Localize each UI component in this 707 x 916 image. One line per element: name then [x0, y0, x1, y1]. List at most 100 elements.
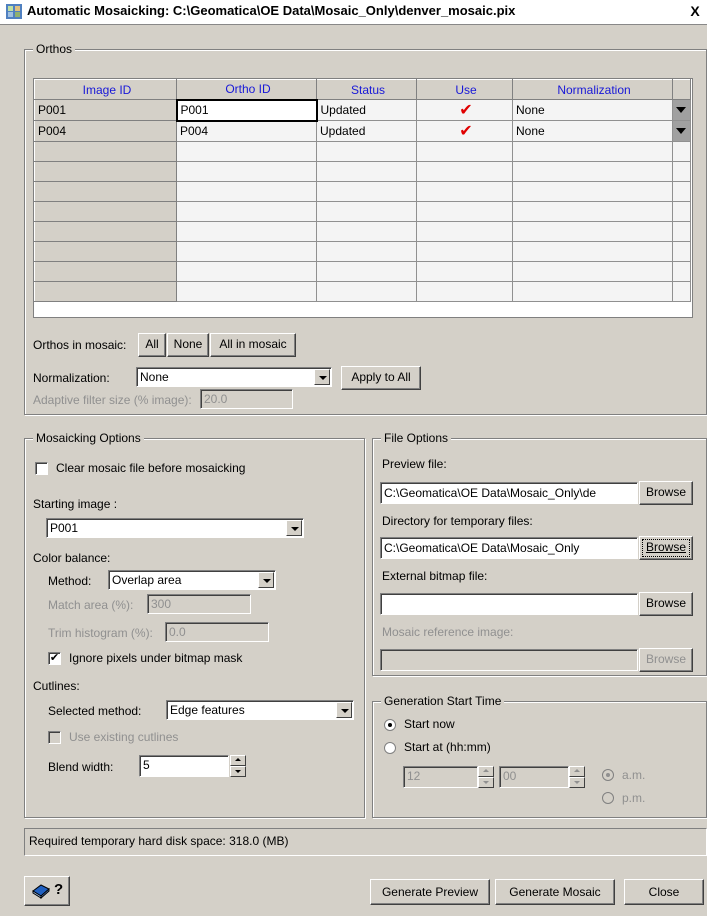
use-check-icon[interactable]: ✔: [416, 120, 513, 142]
grid-cell[interactable]: [512, 241, 673, 262]
grid-cell[interactable]: [316, 141, 417, 162]
table-row-empty[interactable]: [34, 201, 691, 222]
grid-cell[interactable]: [176, 281, 317, 302]
row-header-cell[interactable]: [34, 221, 177, 242]
grid-cell[interactable]: [316, 221, 417, 242]
grid-cell[interactable]: [512, 201, 673, 222]
grid-cell[interactable]: [316, 281, 417, 302]
grid-cell[interactable]: [316, 161, 417, 182]
grid-cell[interactable]: [316, 201, 417, 222]
grid-cell[interactable]: [512, 261, 673, 282]
row-header-cell[interactable]: [34, 281, 177, 302]
grid-cell[interactable]: [672, 241, 691, 262]
close-icon[interactable]: X: [687, 3, 703, 19]
grid-cell[interactable]: [176, 241, 317, 262]
grid-cell[interactable]: [672, 181, 691, 202]
grid-cell[interactable]: [416, 221, 513, 242]
chevron-down-icon[interactable]: [258, 572, 274, 588]
grid-cell[interactable]: [176, 221, 317, 242]
grid-cell[interactable]: [672, 161, 691, 182]
row-header-cell[interactable]: [34, 181, 177, 202]
grid-cell[interactable]: [512, 221, 673, 242]
grid-cell[interactable]: [672, 261, 691, 282]
chevron-down-icon[interactable]: [336, 702, 352, 718]
normalization-cell[interactable]: None: [512, 99, 673, 121]
row-header-cell[interactable]: [34, 161, 177, 182]
grid-cell[interactable]: [176, 181, 317, 202]
external-bitmap-field[interactable]: [380, 593, 638, 615]
generate-mosaic-button[interactable]: Generate Mosaic: [495, 879, 615, 905]
all-button[interactable]: All: [138, 333, 166, 357]
temp-dir-field[interactable]: C:\Geomatica\OE Data\Mosaic_Only: [380, 537, 638, 559]
grid-cell[interactable]: [416, 181, 513, 202]
col-ortho-id[interactable]: Ortho ID: [176, 79, 317, 100]
table-row-empty[interactable]: [34, 161, 691, 182]
all-in-mosaic-button[interactable]: All in mosaic: [210, 333, 296, 357]
preview-browse-button[interactable]: Browse: [639, 481, 693, 505]
table-row-empty[interactable]: [34, 281, 691, 302]
grid-cell[interactable]: [672, 221, 691, 242]
col-normalization[interactable]: Normalization: [512, 79, 673, 100]
ortho-id-cell[interactable]: P001: [175, 98, 318, 122]
grid-cell[interactable]: [512, 281, 673, 302]
grid-cell[interactable]: [672, 281, 691, 302]
grid-cell[interactable]: [512, 141, 673, 162]
ignore-pixels-label[interactable]: Ignore pixels under bitmap mask: [69, 651, 242, 665]
start-at-label[interactable]: Start at (hh:mm): [404, 740, 491, 754]
clear-mosaic-checkbox[interactable]: [35, 462, 48, 475]
grid-cell[interactable]: [316, 241, 417, 262]
normalization-select[interactable]: None: [136, 367, 332, 387]
orthos-grid[interactable]: Image ID Ortho ID Status Use Normalizati…: [33, 78, 693, 318]
grid-cell[interactable]: [416, 201, 513, 222]
chevron-down-icon[interactable]: [286, 520, 302, 536]
row-header-cell[interactable]: [34, 241, 177, 262]
grid-cell[interactable]: [672, 201, 691, 222]
grid-cell[interactable]: [176, 161, 317, 182]
image-id-cell[interactable]: P001: [34, 99, 177, 121]
grid-cell[interactable]: [416, 281, 513, 302]
table-row-empty[interactable]: [34, 221, 691, 242]
help-button[interactable]: ?: [24, 876, 70, 906]
grid-cell[interactable]: [416, 161, 513, 182]
close-button[interactable]: Close: [624, 879, 704, 905]
starting-image-select[interactable]: P001: [46, 518, 304, 538]
use-check-icon[interactable]: ✔: [416, 99, 513, 121]
temp-dir-browse-button[interactable]: Browse: [639, 536, 693, 560]
spin-up-icon[interactable]: [230, 755, 246, 766]
table-row-empty[interactable]: [34, 141, 691, 162]
blend-width-spinner[interactable]: [230, 755, 246, 777]
external-bitmap-browse-button[interactable]: Browse: [639, 592, 693, 616]
grid-cell[interactable]: [416, 241, 513, 262]
generate-preview-button[interactable]: Generate Preview: [370, 879, 490, 905]
grid-cell[interactable]: [316, 261, 417, 282]
grid-cell[interactable]: [512, 161, 673, 182]
row-header-cell[interactable]: [34, 261, 177, 282]
dropdown-arrow-icon[interactable]: [672, 120, 691, 142]
row-header-cell[interactable]: [34, 141, 177, 162]
blend-width-field[interactable]: 5: [139, 755, 229, 777]
chevron-down-icon[interactable]: [314, 369, 330, 385]
table-row-empty[interactable]: [34, 261, 691, 282]
grid-cell[interactable]: [176, 141, 317, 162]
selected-method-select[interactable]: Edge features: [166, 700, 354, 720]
grid-cell[interactable]: [416, 141, 513, 162]
table-row-empty[interactable]: [34, 181, 691, 202]
clear-mosaic-label[interactable]: Clear mosaic file before mosaicking: [56, 461, 245, 475]
grid-cell[interactable]: [176, 201, 317, 222]
table-row-empty[interactable]: [34, 241, 691, 262]
apply-to-all-button[interactable]: Apply to All: [341, 366, 421, 390]
table-row[interactable]: P001 P001 Updated ✔ None: [34, 98, 691, 122]
method-select[interactable]: Overlap area: [108, 570, 276, 590]
col-status[interactable]: Status: [316, 79, 417, 100]
dropdown-arrow-icon[interactable]: [672, 99, 691, 121]
table-row[interactable]: P004 P004 Updated ✔ None: [34, 120, 691, 142]
ignore-pixels-checkbox[interactable]: ✔: [48, 652, 61, 665]
col-image-id[interactable]: Image ID: [34, 79, 177, 100]
preview-file-field[interactable]: C:\Geomatica\OE Data\Mosaic_Only\de: [380, 482, 638, 504]
image-id-cell[interactable]: P004: [34, 120, 177, 142]
col-use[interactable]: Use: [416, 79, 513, 100]
grid-cell[interactable]: [416, 261, 513, 282]
start-at-radio[interactable]: [384, 742, 396, 754]
start-now-label[interactable]: Start now: [404, 717, 455, 731]
ortho-id-cell[interactable]: P004: [176, 120, 317, 142]
